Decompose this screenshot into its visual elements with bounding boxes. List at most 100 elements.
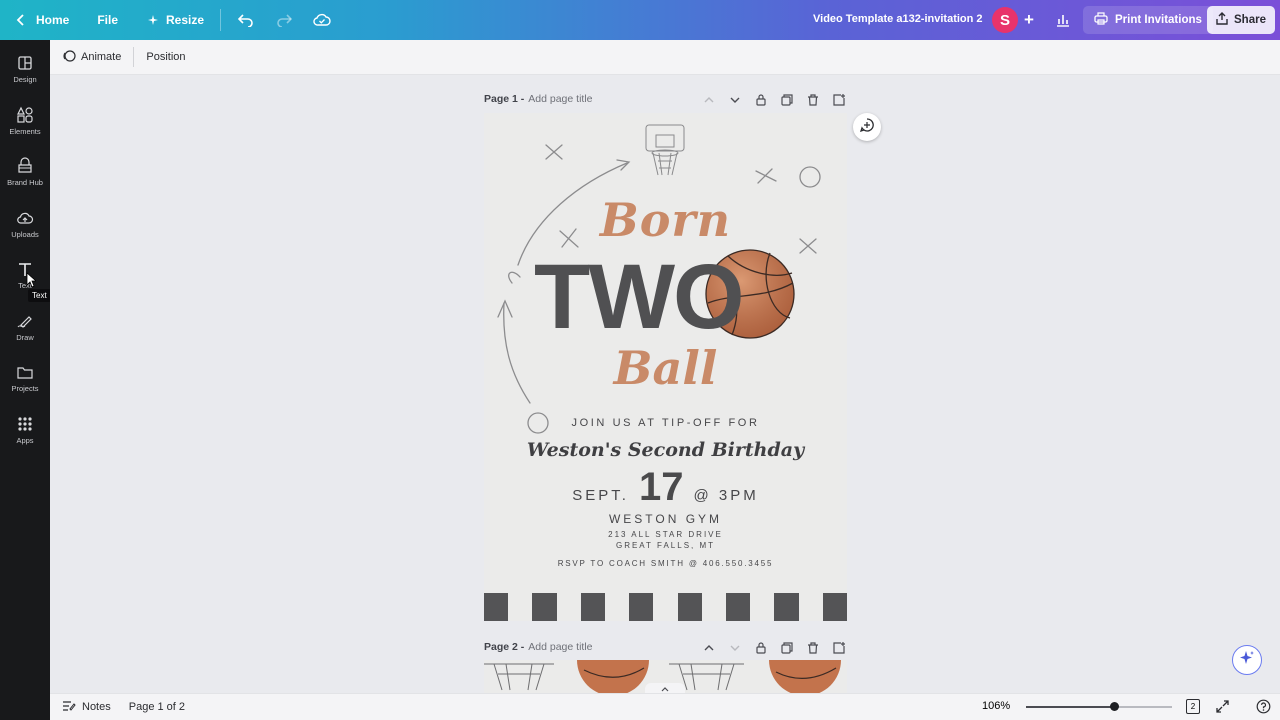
cloud-check-icon	[313, 11, 331, 29]
share-label: Share	[1234, 14, 1266, 26]
page-1-canvas[interactable]: Born TWO Ball JOIN US AT TIP-OFF FOR Wes…	[484, 113, 847, 621]
venue-text[interactable]: WESTON GYM	[484, 512, 847, 526]
sparkle-icon	[144, 11, 162, 29]
sidebar-item-label: Uploads	[11, 230, 39, 239]
redo-icon	[275, 11, 293, 29]
chevron-down-icon[interactable]	[728, 93, 742, 107]
zoom-slider-handle[interactable]	[1109, 702, 1119, 711]
chevron-up-icon[interactable]	[702, 641, 716, 655]
duplicate-icon[interactable]	[780, 641, 794, 655]
print-invitations-button[interactable]: Print Invitations	[1083, 6, 1213, 34]
date-month: SEPT.	[572, 487, 629, 504]
page-1-header: Page 1 - Add page title	[484, 93, 593, 105]
date-line[interactable]: SEPT. 17 @ 3PM	[484, 465, 847, 510]
zoom-slider[interactable]	[1026, 702, 1172, 711]
trash-icon[interactable]	[806, 641, 820, 655]
two-heading[interactable]: TWO	[534, 251, 745, 343]
lock-icon[interactable]	[754, 641, 768, 655]
apps-grid-icon	[16, 415, 34, 433]
resize-label: Resize	[166, 13, 205, 27]
sidebar-item-label: Projects	[11, 384, 39, 393]
expand-icon	[1215, 700, 1230, 718]
toolbar-divider	[220, 9, 222, 31]
undo-button[interactable]	[227, 0, 265, 40]
date-time: @ 3PM	[693, 487, 759, 504]
sidebar-item-draw[interactable]: Draw	[0, 308, 50, 352]
draw-icon	[16, 312, 34, 330]
user-avatar[interactable]: S	[992, 7, 1018, 33]
chevron-up-icon[interactable]	[702, 93, 716, 107]
fullscreen-button[interactable]	[1215, 699, 1230, 719]
sidebar-item-label: Design	[13, 75, 37, 84]
page-1-title-input[interactable]: Add page title	[528, 93, 592, 105]
checkered-border	[484, 593, 847, 621]
folder-icon	[16, 363, 34, 381]
zoom-level-label[interactable]: 106%	[982, 700, 1010, 712]
help-icon	[1256, 699, 1271, 718]
animate-icon	[62, 49, 76, 66]
page-grid-view-button[interactable]: 2	[1186, 699, 1200, 714]
comment-plus-icon	[859, 117, 875, 138]
page-2-title-input[interactable]: Add page title	[528, 641, 592, 653]
top-bar: Home File Resize Video Template a132-inv…	[0, 0, 1280, 40]
share-upload-icon	[1216, 12, 1228, 28]
sidebar-item-apps[interactable]: Apps	[0, 411, 50, 455]
elements-icon	[16, 106, 34, 124]
page-2-tools	[702, 641, 846, 655]
born-heading[interactable]: Born	[484, 193, 847, 247]
add-page-icon[interactable]	[832, 641, 846, 655]
page-indicator[interactable]: Page 1 of 2	[129, 701, 185, 713]
design-icon	[16, 54, 34, 72]
home-button[interactable]: Home	[0, 0, 79, 40]
undo-icon	[237, 11, 255, 29]
insights-button[interactable]	[1053, 10, 1073, 30]
notes-label: Notes	[82, 701, 111, 713]
rsvp-text[interactable]: RSVP TO COACH SMITH @ 406.550.3455	[484, 559, 847, 568]
file-menu-button[interactable]: File	[87, 0, 128, 40]
duplicate-icon[interactable]	[780, 93, 794, 107]
notes-button[interactable]: Notes	[50, 700, 111, 715]
chevron-left-icon	[12, 11, 30, 29]
position-button[interactable]: Position	[134, 40, 197, 75]
help-button[interactable]	[1256, 699, 1271, 719]
sidebar-item-design[interactable]: Design	[0, 50, 50, 94]
sparkle-icon	[1239, 650, 1255, 671]
upload-cloud-icon	[16, 209, 34, 227]
page-count-badge: 2	[1190, 702, 1196, 711]
trash-icon[interactable]	[806, 93, 820, 107]
join-us-text[interactable]: JOIN US AT TIP-OFF FOR	[484, 417, 847, 429]
add-comment-button[interactable]	[853, 113, 881, 141]
sidebar-item-label: Brand Hub	[7, 178, 43, 187]
magic-assistant-button[interactable]	[1232, 645, 1262, 675]
home-label: Home	[36, 13, 70, 27]
sidebar-tooltip: Text	[28, 289, 51, 302]
animate-button[interactable]: Animate	[50, 40, 133, 75]
sidebar-item-label: Draw	[16, 333, 34, 342]
sidebar-item-uploads[interactable]: Uploads	[0, 205, 50, 249]
save-status-button[interactable]	[303, 0, 341, 40]
date-day: 17	[638, 465, 684, 509]
ball-heading[interactable]: Ball	[484, 341, 847, 395]
plus-icon: +	[1024, 10, 1034, 29]
redo-button[interactable]	[265, 0, 303, 40]
share-button[interactable]: Share	[1207, 6, 1275, 34]
add-collaborator-button[interactable]: +	[1019, 10, 1039, 30]
address-line-1[interactable]: 213 ALL STAR DRIVE	[484, 530, 847, 539]
brand-hub-icon	[16, 157, 34, 175]
print-invitations-label: Print Invitations	[1115, 14, 1202, 26]
sidebar-item-label: Apps	[16, 436, 34, 445]
lock-icon[interactable]	[754, 93, 768, 107]
animate-label: Animate	[81, 51, 122, 63]
zoom-slider-fill	[1026, 706, 1114, 708]
page-1-tools	[702, 93, 846, 107]
add-page-icon[interactable]	[832, 93, 846, 107]
resize-button[interactable]: Resize	[134, 0, 214, 40]
sidebar-item-elements[interactable]: Elements	[0, 102, 50, 146]
birthday-name-text[interactable]: Weston's Second Birthday	[484, 439, 847, 461]
sidebar-item-brand-hub[interactable]: Brand Hub	[0, 153, 50, 197]
document-title[interactable]: Video Template a132-invitation 2	[813, 13, 983, 25]
address-line-2[interactable]: GREAT FALLS, MT	[484, 541, 847, 550]
chevron-down-icon[interactable]	[728, 641, 742, 655]
notes-icon	[62, 700, 76, 715]
sidebar-item-projects[interactable]: Projects	[0, 359, 50, 403]
